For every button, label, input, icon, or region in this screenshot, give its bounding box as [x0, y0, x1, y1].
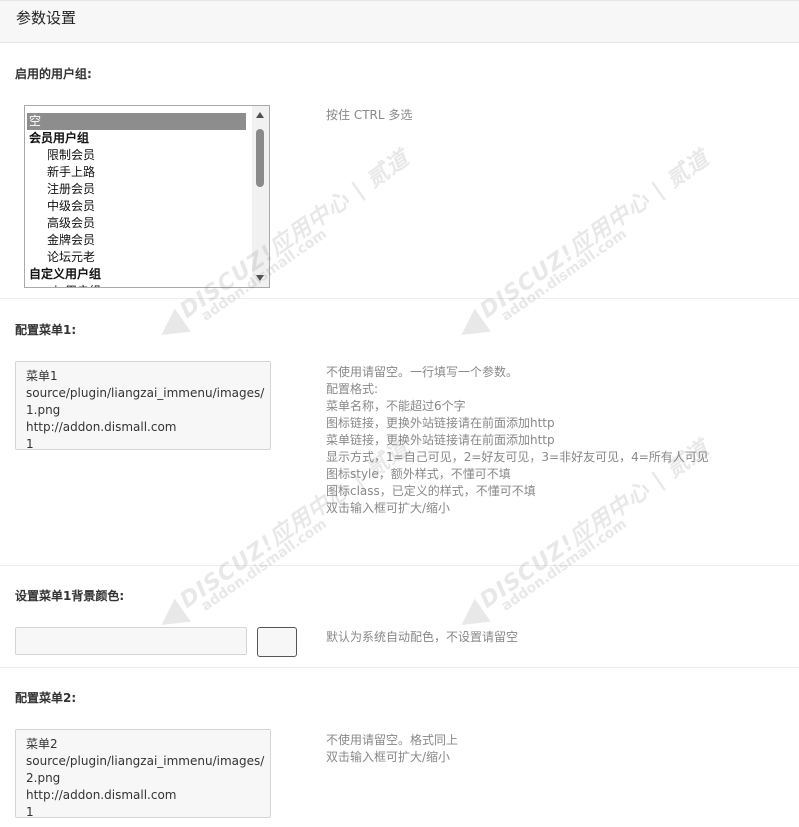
usergroup-optgroup[interactable]: 自定义用户组	[27, 266, 246, 283]
menu1-line: 1.png	[26, 403, 61, 417]
menu2-line: http://addon.dismall.com	[26, 788, 177, 802]
scroll-up-arrow-icon[interactable]	[256, 112, 264, 118]
menu1-bg-color-input[interactable]	[15, 627, 247, 655]
menu2-line: source/plugin/liangzai_immenu/images/	[26, 754, 265, 768]
menu1-bg-color-picker[interactable]	[257, 627, 297, 657]
menu1-hint-line: 菜单名称，不能超过6个字	[326, 399, 466, 413]
divider	[0, 667, 799, 668]
watermark-subtext: addon.dismall.com	[498, 225, 630, 325]
usergroup-option[interactable]: 高级会员	[27, 215, 246, 232]
menu1-hint-line: 双击输入框可扩大/缩小	[326, 501, 451, 515]
menu1-hint-line: 图标style，额外样式，不懂可不填	[326, 467, 511, 481]
menu1-hint: 不使用请留空。一行填写一个参数。 配置格式: 菜单名称，不能超过6个字 图标链接…	[326, 364, 709, 517]
usergroups-hint: 按住 CTRL 多选	[326, 108, 413, 122]
usergroups-options: 空会员用户组 限制会员 新手上路 注册会员 中级会员 高级会员 金牌会员 论坛元老 自定义用户组…	[27, 113, 246, 287]
usergroup-option[interactable]: 中级会员	[27, 198, 246, 215]
menu1-hint-line: 不使用请留空。一行填写一个参数。	[326, 365, 519, 379]
divider	[0, 298, 799, 299]
menu1-textarea[interactable]: 菜单1 source/plugin/liangzai_immenu/images…	[15, 361, 271, 450]
menu1-line: 1	[26, 437, 34, 450]
menu2-hint-line: 双击输入框可扩大/缩小	[326, 750, 451, 764]
menu1-line: source/plugin/liangzai_immenu/images/	[26, 386, 265, 400]
usergroup-option[interactable]: 限制会员	[27, 147, 246, 164]
menu1-bg-hint: 默认为系统自动配色，不设置请留空	[326, 630, 519, 644]
menu2-line: 菜单2	[26, 737, 58, 751]
usergroup-option[interactable]: 金牌会员	[27, 232, 246, 249]
usergroup-option[interactable]: 注册会员	[27, 181, 246, 198]
usergroups-scrollbar[interactable]	[252, 106, 269, 287]
usergroup-option[interactable]: 新手上路	[27, 164, 246, 181]
watermark-arrow-icon	[153, 308, 191, 347]
watermark-arrow-icon	[453, 308, 491, 347]
menu1-hint-line: 图标链接，更换外站链接请在前面添加http	[326, 416, 555, 430]
menu1-label: 配置菜单1:	[15, 323, 77, 337]
watermark-text: DISCUZ!应用中心 | 贰道	[475, 146, 715, 324]
menu2-line: 2.png	[26, 771, 61, 785]
menu1-bg-label: 设置菜单1背景颜色:	[15, 589, 125, 603]
menu1-line: 菜单1	[26, 369, 58, 383]
usergroup-optgroup[interactable]: 会员用户组	[27, 130, 246, 147]
menu1-hint-line: 配置格式:	[326, 382, 379, 396]
menu2-hint-line: 不使用请留空。格式同上	[326, 733, 459, 747]
usergroup-option[interactable]: vip用户组	[27, 283, 246, 287]
menu1-line: http://addon.dismall.com	[26, 420, 177, 434]
usergroups-label: 启用的用户组:	[15, 67, 92, 81]
scroll-down-arrow-icon[interactable]	[256, 275, 264, 281]
divider	[0, 565, 799, 566]
scroll-thumb[interactable]	[256, 129, 264, 187]
menu1-hint-line: 显示方式，1=自己可见，2=好友可见，3=非好友可见，4=所有人可见	[326, 450, 709, 464]
menu2-textarea[interactable]: 菜单2 source/plugin/liangzai_immenu/images…	[15, 729, 271, 818]
page-header: 参数设置	[0, 0, 799, 43]
menu2-label: 配置菜单2:	[15, 691, 77, 705]
menu2-hint: 不使用请留空。格式同上 双击输入框可扩大/缩小	[326, 732, 458, 766]
menu1-hint-line: 菜单链接，更换外站链接请在前面添加http	[326, 433, 555, 447]
menu2-line: 1	[26, 805, 34, 818]
watermark: DISCUZ!应用中心 | 贰道 addon.dismall.com	[445, 146, 714, 362]
menu1-hint-line: 图标class，已定义的样式，不懂可不填	[326, 484, 536, 498]
usergroup-option[interactable]: 论坛元老	[27, 249, 246, 266]
page-title: 参数设置	[16, 9, 77, 27]
usergroup-option[interactable]: 空	[27, 113, 246, 130]
usergroups-multiselect[interactable]: 空会员用户组 限制会员 新手上路 注册会员 中级会员 高级会员 金牌会员 论坛元老 自定义用户组…	[24, 105, 270, 288]
